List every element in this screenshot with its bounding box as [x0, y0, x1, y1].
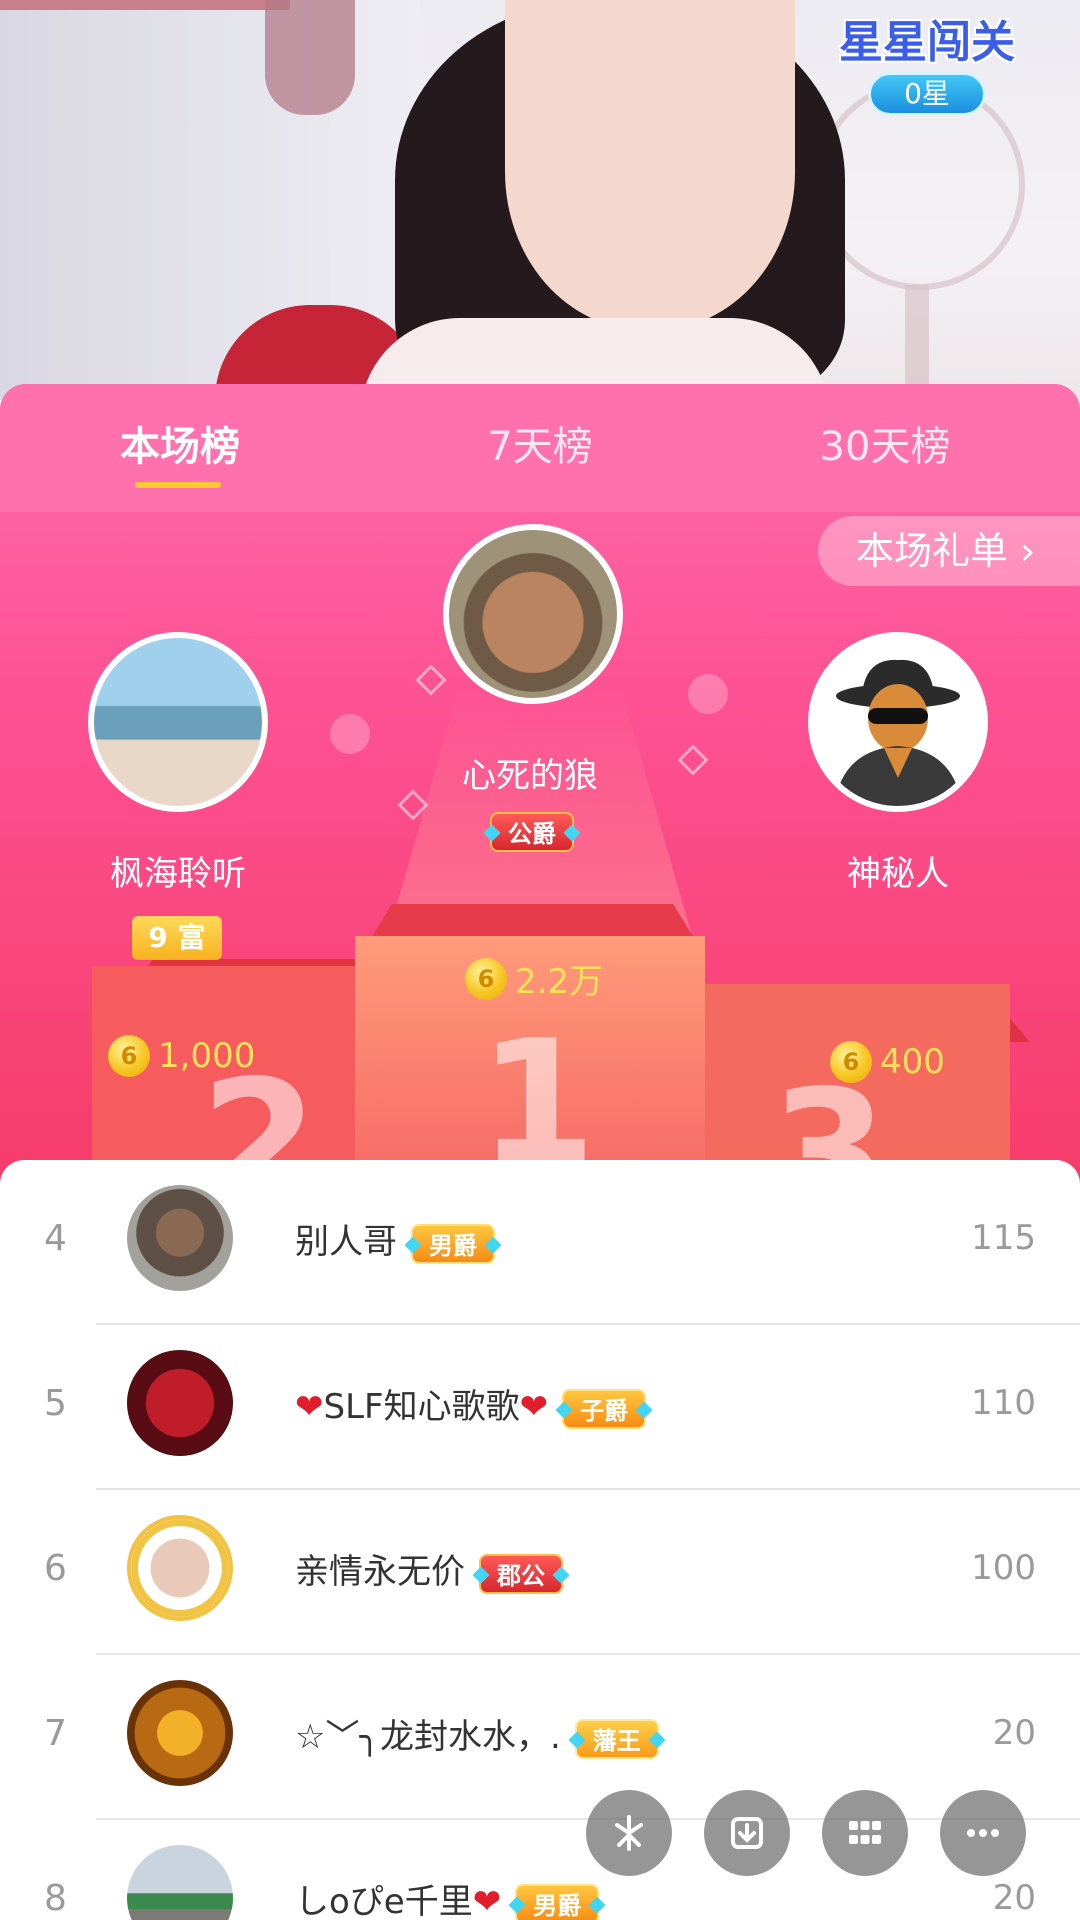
stars-count: 0星	[868, 72, 986, 116]
sparkle-icon	[415, 664, 447, 696]
grid-menu-button[interactable]	[822, 1790, 908, 1876]
first-place-name[interactable]: 心死的狼	[400, 748, 660, 797]
third-place-score-value: 400	[880, 1041, 945, 1082]
user-name[interactable]: しoぴe千里❤ 男爵	[295, 1874, 600, 1920]
avatar[interactable]	[127, 1680, 233, 1786]
noble-rank-badge: 男爵	[411, 1223, 495, 1264]
list-item[interactable]: 7 ☆﹀╮龙封水水，. 藩王 20	[0, 1655, 1080, 1820]
ranking-list: 4 别人哥 男爵 115 5 ❤SLF知心歌歌❤ 子爵 110 6 亲情永无价 郡公 …	[0, 1160, 1080, 1920]
contribution-score: 20	[992, 1713, 1036, 1753]
heart-icon: ❤	[472, 1882, 502, 1920]
more-icon	[967, 1829, 999, 1837]
noble-rank-badge: 郡公	[479, 1553, 563, 1594]
first-place-score-value: 2.2万	[515, 962, 604, 1002]
sparkle-effects-button[interactable]	[586, 1790, 672, 1876]
coin-icon: 6	[830, 1040, 872, 1083]
second-place-score-value: 1,000	[158, 1035, 256, 1076]
user-name-text: しoぴe千里	[295, 1882, 473, 1920]
coin-icon: 6	[465, 957, 507, 1000]
user-name[interactable]: ❤SLF知心歌歌❤ 子爵	[295, 1379, 647, 1429]
contribution-score: 20	[992, 1878, 1036, 1918]
streamer-face	[505, 0, 795, 330]
list-item[interactable]: 4 别人哥 男爵 115	[0, 1160, 1080, 1325]
user-name-text: SLF知心歌歌	[323, 1387, 520, 1427]
rank-number: 8	[44, 1878, 67, 1919]
download-button[interactable]	[704, 1790, 790, 1876]
user-name[interactable]: ☆﹀╮龙封水水，. 藩王	[295, 1709, 659, 1759]
avatar[interactable]	[127, 1515, 233, 1621]
noble-rank-badge: 子爵	[562, 1388, 647, 1429]
avatar-first-place[interactable]	[443, 524, 623, 704]
globe-stand	[905, 285, 929, 400]
user-name-text: 别人哥	[295, 1222, 397, 1262]
rank-number: 6	[44, 1548, 67, 1589]
coin-icon: 6	[108, 1034, 150, 1077]
rank-number: 7	[44, 1713, 67, 1754]
grid-icon	[849, 1821, 881, 1844]
sparkle-icon	[677, 744, 709, 776]
sparkle-icon	[688, 674, 728, 714]
heart-icon: ❤	[519, 1387, 549, 1427]
avatar-second-place[interactable]	[88, 632, 268, 812]
third-place-score: 6 400	[830, 1040, 945, 1083]
avatar[interactable]	[127, 1350, 233, 1456]
user-name[interactable]: 亲情永无价 郡公	[295, 1544, 563, 1594]
third-place-name[interactable]: 神秘人	[768, 846, 1028, 895]
first-place-badge-wrap: 公爵	[490, 812, 574, 852]
stars-challenge-title: 星星闯关	[839, 17, 1015, 68]
avatar-third-place[interactable]	[808, 632, 988, 812]
second-place-name[interactable]: 枫海聆听	[48, 846, 308, 895]
user-name-text: ☆﹀╮龙封水水，.	[295, 1717, 561, 1757]
tab-30-days[interactable]: 30天榜	[765, 414, 1005, 472]
stars-challenge-badge[interactable]: 星星闯关 0星	[832, 0, 1022, 120]
list-item[interactable]: 8 しoぴe千里❤ 男爵 20	[0, 1820, 1080, 1920]
user-name-text: 亲情永无价	[295, 1552, 465, 1592]
first-place-rank-badge: 公爵	[490, 812, 574, 852]
tab-this-show[interactable]: 本场榜	[60, 414, 300, 472]
more-options-button[interactable]	[940, 1790, 1026, 1876]
mystery-person-icon	[834, 659, 962, 806]
avatar[interactable]	[127, 1185, 233, 1291]
noble-rank-badge: 男爵	[515, 1883, 600, 1920]
rank-number: 4	[44, 1218, 67, 1259]
avatar[interactable]	[127, 1845, 233, 1920]
rank-number: 5	[44, 1383, 67, 1424]
heart-icon: ❤	[295, 1387, 324, 1427]
contribution-score: 110	[971, 1383, 1036, 1423]
first-place-score: 6 2.2万	[465, 954, 603, 1003]
sparkle-icon	[615, 1815, 643, 1851]
tab-7-days[interactable]: 7天榜	[420, 414, 660, 472]
contribution-score: 100	[971, 1548, 1036, 1588]
list-item[interactable]: 6 亲情永无价 郡公 100	[0, 1490, 1080, 1655]
second-place-wealth-badge: 9 富	[132, 916, 222, 960]
contribution-score: 115	[971, 1218, 1036, 1258]
active-tab-indicator	[135, 482, 221, 488]
list-item[interactable]: 5 ❤SLF知心歌歌❤ 子爵 110	[0, 1325, 1080, 1490]
second-place-score: 6 1,000	[108, 1034, 255, 1077]
gift-list-button[interactable]: 本场礼单 ›	[818, 516, 1080, 586]
top-bar-strip	[0, 0, 290, 10]
ranking-tabs: 本场榜 7天榜 30天榜	[0, 384, 1080, 512]
download-icon	[731, 1817, 763, 1849]
user-name[interactable]: 别人哥 男爵	[295, 1214, 495, 1264]
noble-rank-badge: 藩王	[574, 1718, 659, 1759]
live-video[interactable]: 星星闯关 0星	[0, 0, 1080, 400]
lamp	[265, 0, 355, 115]
sparkle-icon	[330, 714, 370, 754]
